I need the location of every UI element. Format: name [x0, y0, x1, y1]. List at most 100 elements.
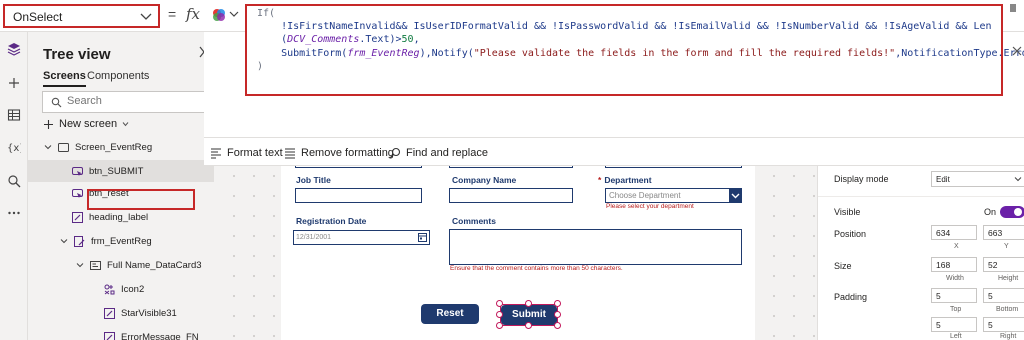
comments-input[interactable] — [449, 229, 742, 265]
edit-label-icon — [104, 307, 115, 319]
chevron-down-icon[interactable] — [76, 261, 84, 269]
tree-search-box[interactable] — [42, 91, 224, 113]
job-title-label: Job Title — [296, 175, 331, 185]
data-card-icon — [90, 260, 101, 270]
tree-item-label: btn_SUBMIT — [89, 165, 144, 177]
more-icon[interactable] — [7, 206, 21, 220]
resize-handle[interactable] — [496, 311, 503, 318]
resize-handle[interactable] — [496, 322, 503, 329]
size-width-input[interactable]: 168 — [931, 257, 977, 272]
height-label: Height — [998, 275, 1019, 282]
top-label: Top — [950, 306, 962, 313]
resize-handle[interactable] — [554, 322, 561, 329]
screen-icon — [58, 142, 69, 152]
size-height-input[interactable]: 52 — [983, 257, 1024, 272]
layers-icon[interactable] — [7, 42, 21, 56]
formula-editor[interactable]: If( !IsFirstNameInvalid&& IsUserIDFormat… — [245, 4, 1024, 96]
padding-right-input[interactable]: 5 — [983, 317, 1024, 332]
registration-date-value: 12/31/2001 — [296, 234, 332, 241]
tab-components[interactable]: Components — [87, 70, 149, 82]
edit-label-icon — [72, 211, 83, 223]
copilot-icon[interactable] — [212, 8, 226, 22]
department-dropdown[interactable]: Choose Department — [605, 188, 742, 203]
resize-handle[interactable] — [525, 322, 532, 329]
display-mode-dropdown[interactable]: Edit — [931, 171, 1024, 187]
left-nav-rail: {x} — [0, 32, 28, 340]
display-mode-label: Display mode — [834, 174, 889, 184]
property-dropdown[interactable]: OnSelect — [3, 4, 160, 28]
formula-control-ref: frm_EventReg — [347, 47, 420, 59]
position-y-input[interactable]: 663 — [983, 225, 1024, 240]
department-label: * Department — [598, 175, 652, 185]
tree-item-errormessage-fn[interactable]: ErrorMessage_FN — [28, 326, 214, 340]
department-error: Please select your department — [606, 203, 694, 210]
tree-item-starvisible31[interactable]: StarVisible31 — [28, 302, 214, 324]
resize-handle[interactable] — [496, 300, 503, 307]
department-label-text: Department — [604, 175, 652, 185]
resize-handle[interactable] — [554, 300, 561, 307]
chevron-down-icon[interactable] — [229, 10, 239, 18]
search-icon[interactable] — [7, 174, 21, 188]
equals-sign: = — [168, 6, 177, 22]
selection-highlight — [87, 189, 195, 210]
registration-date-picker[interactable]: 12/31/2001 — [293, 230, 430, 245]
padding-label: Padding — [834, 292, 868, 302]
chevron-down-icon[interactable] — [44, 143, 52, 151]
comments-label: Comments — [452, 216, 496, 226]
formula-token: .Text)> — [359, 34, 402, 46]
form-icon — [74, 235, 85, 247]
bottom-label: Bottom — [996, 306, 1019, 313]
edit-label-icon — [104, 331, 115, 340]
new-screen-button[interactable]: New screen — [43, 118, 129, 130]
format-text-button[interactable]: Format text — [210, 145, 283, 161]
resize-handle[interactable] — [554, 311, 561, 318]
svg-text:{x}: {x} — [7, 143, 21, 154]
property-dropdown-value: OnSelect — [13, 10, 63, 24]
tree-item-frm-eventreg[interactable]: frm_EventReg — [28, 230, 214, 252]
left-label: Left — [950, 333, 962, 340]
tree-search-input[interactable] — [67, 95, 217, 107]
padding-bottom-input[interactable]: 5 — [983, 288, 1024, 303]
plus-icon[interactable] — [7, 76, 21, 90]
company-name-input[interactable] — [449, 188, 573, 203]
formula-string: "Please validate the fields in the form … — [473, 47, 896, 59]
department-dropdown-button[interactable] — [729, 188, 742, 203]
padding-top-input[interactable]: 5 — [931, 288, 977, 303]
resize-handle[interactable] — [525, 300, 532, 307]
plus-icon — [44, 119, 53, 129]
padding-left-input[interactable]: 5 — [931, 317, 977, 332]
remove-formatting-button[interactable]: Remove formatting — [284, 145, 394, 161]
position-label: Position — [834, 229, 867, 239]
position-x-input[interactable]: 634 — [931, 225, 977, 240]
find-replace-button[interactable]: Find and replace — [389, 145, 488, 161]
x-label: X — [954, 243, 959, 250]
formula-line: ) — [257, 60, 264, 72]
registration-date-label: Registration Date — [296, 216, 367, 226]
tree-item-screen-eventreg[interactable]: Screen_EventReg — [28, 136, 214, 158]
chevron-down-icon — [731, 193, 740, 199]
tree-item-full-name-datacard[interactable]: Full Name_DataCard3 — [28, 254, 214, 276]
tab-screens[interactable]: Screens — [43, 70, 86, 87]
size-label: Size — [834, 261, 852, 271]
visible-toggle[interactable] — [1000, 206, 1024, 218]
data-table-icon[interactable] — [7, 108, 21, 122]
comments-error: Ensure that the comment contains more th… — [450, 265, 623, 272]
chevron-down-icon[interactable] — [60, 237, 68, 245]
icon-control-icon — [104, 284, 115, 294]
reset-button[interactable]: Reset — [421, 304, 479, 324]
variables-icon[interactable]: {x} — [7, 140, 21, 154]
formula-scrollbar[interactable] — [1010, 4, 1016, 12]
button-control-icon — [72, 188, 83, 198]
remove-formatting-label: Remove formatting — [301, 147, 394, 159]
format-text-icon — [211, 148, 221, 159]
format-text-label: Format text — [227, 147, 283, 159]
tree-item-label: frm_EventReg — [91, 235, 152, 247]
chevron-down-icon — [140, 13, 152, 20]
tree-item-btn-submit[interactable]: btn_SUBMIT — [28, 160, 214, 182]
formula-line: If( — [257, 8, 276, 19]
tree-view-title: Tree view — [43, 46, 111, 63]
job-title-input[interactable] — [295, 188, 422, 203]
close-icon[interactable] — [1012, 46, 1022, 56]
tree-item-icon2[interactable]: Icon2 — [28, 278, 214, 300]
calendar-icon[interactable] — [418, 232, 427, 242]
